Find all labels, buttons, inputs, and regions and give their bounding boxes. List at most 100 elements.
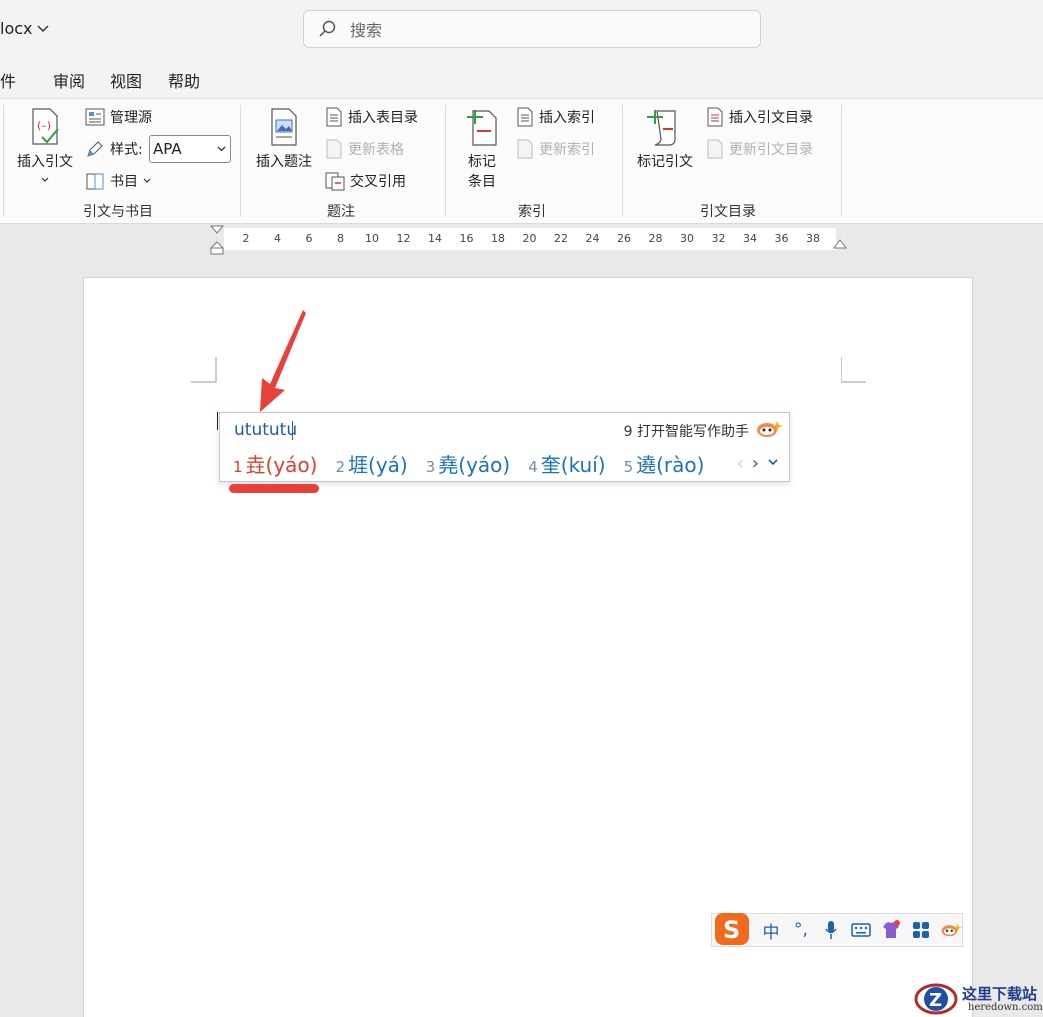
- update-index-button[interactable]: 更新索引: [516, 139, 595, 159]
- candidate-text: 奎(kuí): [540, 453, 606, 477]
- ime-writing-assistant-button[interactable]: 9 打开智能写作助手: [624, 421, 749, 441]
- ruler-tick-label: 26: [617, 232, 631, 245]
- insert-index-label: 插入索引: [539, 110, 595, 126]
- insert-toa-button[interactable]: 插入引文目录: [706, 107, 813, 127]
- ruler-tick-label: 30: [680, 232, 694, 245]
- site-watermark: Z 这里下载站 heredown.com: [910, 980, 1043, 1017]
- ruler-tick-label: 34: [743, 232, 757, 245]
- ime-language-toggle[interactable]: 中: [760, 919, 782, 943]
- ime-candidate-5[interactable]: 5 遶(rào): [624, 449, 705, 478]
- horizontal-ruler[interactable]: 2 4 6 8 10 12 14 16 18 20 22 24 26 28 30 32 34 36 38: [224, 228, 836, 250]
- title-bar: locx 搜索: [0, 0, 1043, 58]
- ruler-tick-label: 2: [242, 232, 250, 245]
- manage-sources-button[interactable]: 管理源: [85, 107, 152, 127]
- svg-text:Z: Z: [929, 990, 942, 1011]
- ime-punctuation-toggle[interactable]: °,: [790, 919, 812, 941]
- insert-table-of-figures-label: 插入表目录: [348, 110, 418, 126]
- ruler-tick-label: 38: [806, 232, 820, 245]
- tab-mailings[interactable]: 邮件: [0, 68, 16, 92]
- annotation-underline: [229, 484, 319, 493]
- candidate-text: 遶(rào): [636, 453, 705, 477]
- ime-expand-icon[interactable]: [767, 453, 779, 471]
- watermark-en-text: heredown.com: [968, 1002, 1043, 1013]
- document-update-icon: [326, 139, 342, 159]
- ime-candidate-4[interactable]: 4 奎(kuí): [528, 449, 605, 478]
- ribbon-separator: [622, 105, 623, 217]
- update-toa-button[interactable]: 更新引文目录: [706, 139, 813, 159]
- index-group-label: 索引: [518, 204, 546, 220]
- microphone-icon[interactable]: [820, 919, 842, 941]
- bibliography-button[interactable]: 书目: [85, 171, 151, 191]
- citations-group-label: 引文与书目: [83, 204, 153, 220]
- document-name: locx: [0, 19, 33, 38]
- candidate-text: 堐(yá): [348, 453, 408, 477]
- document-name-button[interactable]: locx: [0, 19, 49, 38]
- watermark-logo-icon: Z: [914, 983, 958, 1015]
- margin-corner-mark: [191, 357, 217, 383]
- insert-table-of-figures-button[interactable]: 插入表目录: [325, 107, 418, 127]
- mark-entry-icon: [467, 110, 497, 146]
- ribbon-separator: [841, 105, 842, 217]
- right-indent-marker-icon[interactable]: [832, 238, 848, 252]
- tab-review[interactable]: 审阅: [53, 68, 85, 92]
- ime-candidate-3[interactable]: 3 堯(yáo): [426, 449, 510, 478]
- update-index-label: 更新索引: [539, 142, 595, 158]
- candidate-number: 5: [623, 458, 634, 476]
- ime-caret: [292, 421, 293, 440]
- insert-caption-label: 插入题注: [256, 154, 312, 170]
- chevron-down-icon: [217, 146, 226, 152]
- search-input[interactable]: 搜索: [303, 10, 761, 48]
- ruler-tick-label: 12: [396, 232, 411, 245]
- insert-caption-button[interactable]: 插入题注: [252, 107, 316, 171]
- update-table-button[interactable]: 更新表格: [325, 139, 404, 159]
- ime-mascot-icon[interactable]: [755, 418, 783, 440]
- ruler-tick-label: 4: [274, 232, 281, 245]
- chevron-down-icon: [143, 178, 151, 183]
- ruler-tick-label: 36: [774, 232, 789, 245]
- ruler-tick-label: 20: [522, 232, 537, 245]
- document-page[interactable]: [83, 277, 973, 1017]
- toolbox-grid-icon[interactable]: [910, 919, 932, 941]
- insert-index-button[interactable]: 插入索引: [516, 107, 595, 127]
- insert-citation-icon: (–): [32, 108, 59, 145]
- ime-candidate-2[interactable]: 2 堐(yá): [335, 449, 407, 478]
- skin-shirt-icon[interactable]: [880, 919, 902, 941]
- insert-toa-icon: [707, 107, 723, 127]
- tab-view[interactable]: 视图: [110, 68, 142, 92]
- ruler-tick-label: 6: [305, 232, 313, 245]
- manage-sources-label: 管理源: [110, 110, 152, 126]
- svg-text:S: S: [723, 916, 740, 944]
- mark-citation-icon: [647, 110, 676, 146]
- candidate-number: 1: [233, 458, 243, 476]
- mark-entry-label-line2: 条目: [468, 174, 496, 190]
- candidate-number: 4: [528, 458, 538, 476]
- tab-help[interactable]: 帮助: [168, 68, 200, 92]
- ribbon-separator: [445, 105, 446, 217]
- chevron-down-icon: [36, 24, 49, 32]
- ruler-tick-label: 8: [337, 232, 344, 245]
- ruler-tick-label: 32: [711, 232, 726, 245]
- menu-bar: 邮件 审阅 视图 帮助: [0, 58, 1043, 98]
- cross-reference-button[interactable]: 交叉引用: [325, 171, 406, 191]
- ime-candidate-1[interactable]: 1 垚(yáo): [233, 449, 317, 478]
- sogou-logo-icon[interactable]: S: [714, 912, 752, 948]
- ime-pinyin-input: utututu: [234, 420, 298, 440]
- ime-mascot-icon[interactable]: [940, 919, 962, 941]
- cross-reference-icon: [325, 172, 345, 191]
- indent-marker-icon[interactable]: [209, 224, 225, 256]
- candidate-number: 3: [425, 458, 436, 476]
- document-update-icon: [517, 139, 533, 159]
- insert-citation-button[interactable]: (–) 插入引文: [14, 107, 76, 187]
- keyboard-icon[interactable]: [850, 919, 872, 941]
- chevron-down-icon: [41, 177, 49, 182]
- ime-prev-page-icon[interactable]: ‹: [737, 453, 744, 474]
- cross-reference-label: 交叉引用: [350, 174, 406, 190]
- ime-next-page-icon[interactable]: ›: [752, 453, 759, 474]
- margin-corner-mark: [841, 357, 866, 383]
- mark-citation-button[interactable]: 标记引文: [633, 107, 697, 171]
- toa-group-label: 引文目录: [700, 204, 756, 220]
- citation-style-select[interactable]: APA: [149, 135, 231, 163]
- ribbon: (–) 插入引文 管理源 样式: APA 书目 引文与书目 插入题注 插入表目录…: [0, 98, 1043, 224]
- mark-entry-button[interactable]: 标记 条目: [456, 107, 508, 191]
- bibliography-icon: [86, 173, 104, 190]
